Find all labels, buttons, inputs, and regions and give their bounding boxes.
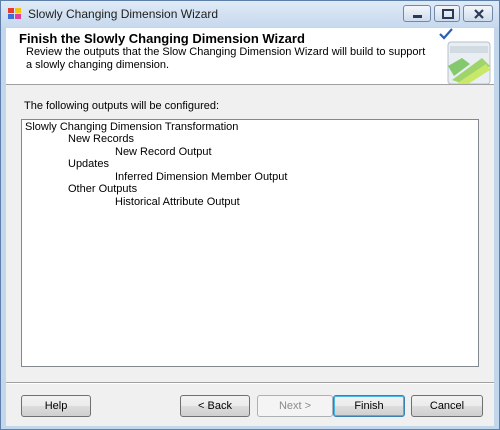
ssis-wizard-icon <box>8 8 21 19</box>
window-title: Slowly Changing Dimension Wizard <box>28 7 219 21</box>
outputs-label: The following outputs will be configured… <box>24 100 220 112</box>
outputs-tree[interactable]: Slowly Changing Dimension Transformation… <box>21 119 479 367</box>
tree-item: Historical Attribute Output <box>115 196 240 208</box>
finish-button[interactable]: Finish <box>333 395 405 417</box>
page-title: Finish the Slowly Changing Dimension Wiz… <box>19 31 305 46</box>
next-button[interactable]: Next > <box>257 395 333 417</box>
tree-item: Updates <box>68 158 109 170</box>
page-description: Review the outputs that the Slow Changin… <box>26 46 426 71</box>
cancel-button[interactable]: Cancel <box>411 395 483 417</box>
help-button[interactable]: Help <box>21 395 91 417</box>
tree-item: New Record Output <box>115 146 212 158</box>
back-button[interactable]: < Back <box>180 395 250 417</box>
minimize-button[interactable] <box>403 5 431 22</box>
minimize-icon <box>413 15 422 18</box>
close-icon <box>474 9 484 19</box>
maximize-icon <box>442 9 454 19</box>
wizard-header: Finish the Slowly Changing Dimension Wiz… <box>6 28 494 85</box>
wizard-graphic-icon <box>447 41 491 84</box>
title-bar[interactable]: Slowly Changing Dimension Wizard <box>1 1 499 27</box>
maximize-button[interactable] <box>434 5 460 22</box>
tree-item: New Records <box>68 133 135 145</box>
close-button[interactable] <box>463 5 493 22</box>
tree-item: Other Outputs <box>68 183 138 195</box>
wizard-window: Slowly Changing Dimension Wizard Finish … <box>0 0 500 430</box>
tree-item: Slowly Changing Dimension Transformation <box>25 121 239 133</box>
dialog-body: Finish the Slowly Changing Dimension Wiz… <box>6 28 494 426</box>
tree-item: Inferred Dimension Member Output <box>115 171 288 183</box>
footer-divider <box>6 382 494 384</box>
